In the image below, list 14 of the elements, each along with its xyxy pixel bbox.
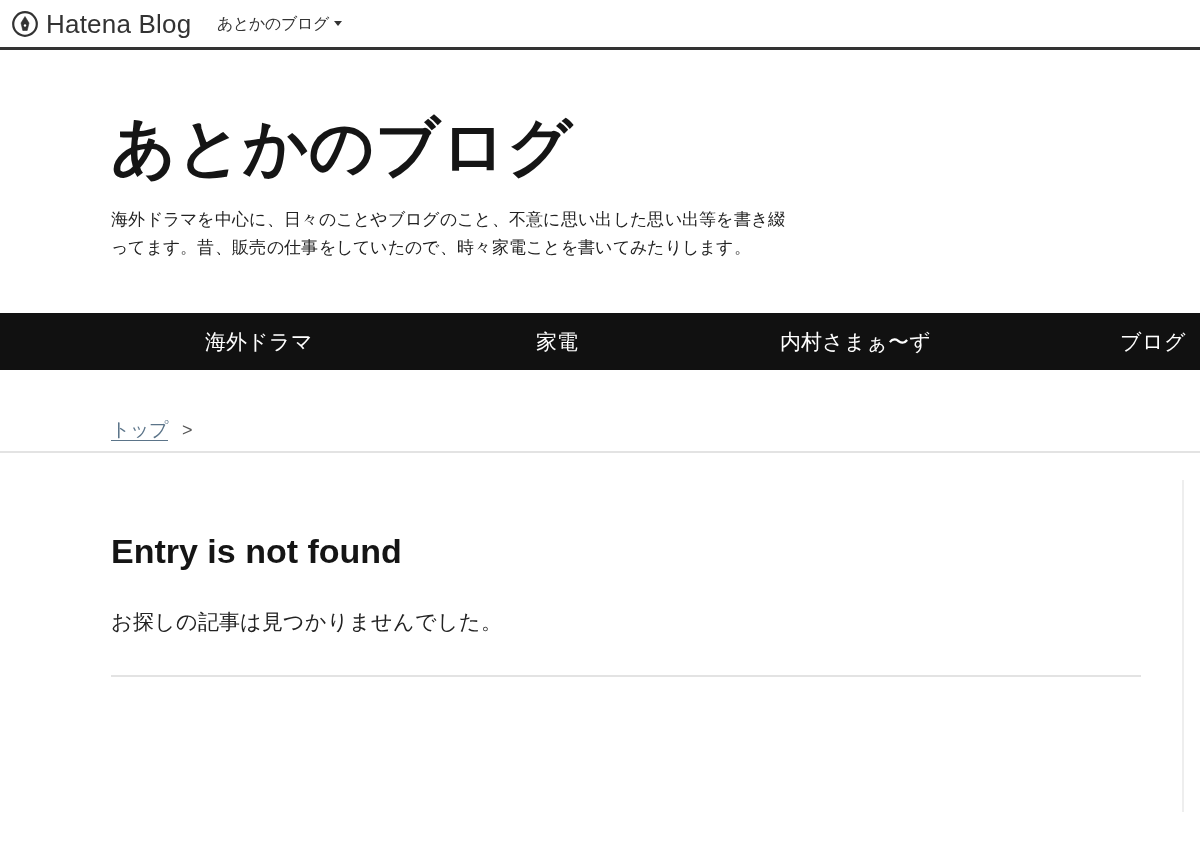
blog-title[interactable]: あとかのブログ: [111, 107, 573, 187]
category-link[interactable]: 海外ドラマ: [205, 327, 313, 356]
blog-description: 海外ドラマを中心に、日々のことやブログのこと、不意に思い出した思い出等を書き綴ってます。昔、販売の仕事をしていたので、時々家電ことを書いてみたりします。: [111, 209, 787, 258]
category-link[interactable]: 内村さまぁ〜ず: [779, 327, 931, 356]
caret-icon: [334, 21, 343, 26]
breadcrumb-link[interactable]: トップ: [111, 417, 168, 443]
blog-menu-button[interactable]: あとかのブログ: [217, 12, 343, 35]
hatena-blog-logo[interactable]: Hatena Blog: [12, 7, 192, 40]
breadcrumb-separator: >: [182, 419, 193, 442]
category-link[interactable]: 家電: [536, 327, 578, 356]
entry-message: お探しの記事は見つかりませんでした。: [111, 609, 503, 635]
pen-nib-icon: [12, 10, 38, 37]
entry-heading: Entry is not found: [111, 531, 403, 571]
category-link[interactable]: ブログ: [1120, 327, 1186, 356]
